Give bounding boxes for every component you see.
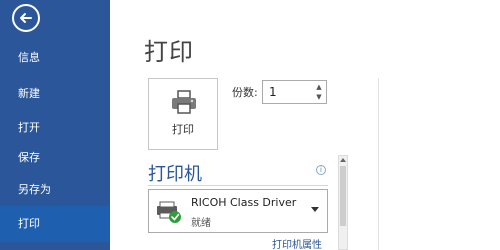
scrollbar-thumb[interactable] bbox=[340, 166, 346, 226]
printer-icon bbox=[172, 90, 196, 114]
spin-down-icon[interactable]: ▼ bbox=[314, 92, 324, 102]
back-arrow-icon bbox=[20, 13, 32, 23]
sidebar-item-new[interactable]: 新建 bbox=[0, 76, 110, 112]
printer-ready-icon bbox=[157, 201, 181, 223]
copies-stepper[interactable]: 1 ▲ ▼ bbox=[262, 80, 327, 104]
print-panel: 打印 打印 份数: 1 ▲ ▼ 打印机 i RICOH Class Driver… bbox=[110, 0, 500, 250]
sidebar-item-save-as[interactable]: 另存为 bbox=[0, 172, 110, 208]
printer-properties-link[interactable]: 打印机属性 bbox=[272, 236, 322, 250]
sidebar-item-info[interactable]: 信息 bbox=[0, 40, 110, 76]
print-button-label: 打印 bbox=[172, 123, 194, 136]
print-button[interactable]: 打印 bbox=[148, 78, 218, 150]
back-button[interactable] bbox=[12, 4, 40, 32]
page-title: 打印 bbox=[144, 38, 194, 66]
printer-name: RICOH Class Driver bbox=[191, 196, 297, 209]
dropdown-arrow-icon[interactable] bbox=[311, 207, 319, 212]
copies-value[interactable]: 1 bbox=[269, 85, 277, 99]
settings-scrollbar[interactable] bbox=[338, 155, 348, 250]
section-divider bbox=[148, 185, 328, 186]
printer-section-title: 打印机 bbox=[148, 164, 202, 185]
scroll-up-icon[interactable] bbox=[340, 158, 346, 162]
sidebar-item-print[interactable]: 打印 bbox=[0, 206, 110, 242]
printer-status: 就绪 bbox=[191, 218, 211, 229]
printer-dropdown[interactable]: RICOH Class Driver 就绪 bbox=[148, 189, 328, 233]
sidebar-item-save[interactable]: 保存 bbox=[0, 140, 110, 176]
panel-divider bbox=[378, 78, 379, 250]
copies-label: 份数: bbox=[232, 86, 258, 99]
spin-up-icon[interactable]: ▲ bbox=[314, 82, 324, 92]
backstage-sidebar: 信息 新建 打开 保存 另存为 打印 bbox=[0, 0, 110, 250]
info-icon[interactable]: i bbox=[316, 165, 326, 175]
